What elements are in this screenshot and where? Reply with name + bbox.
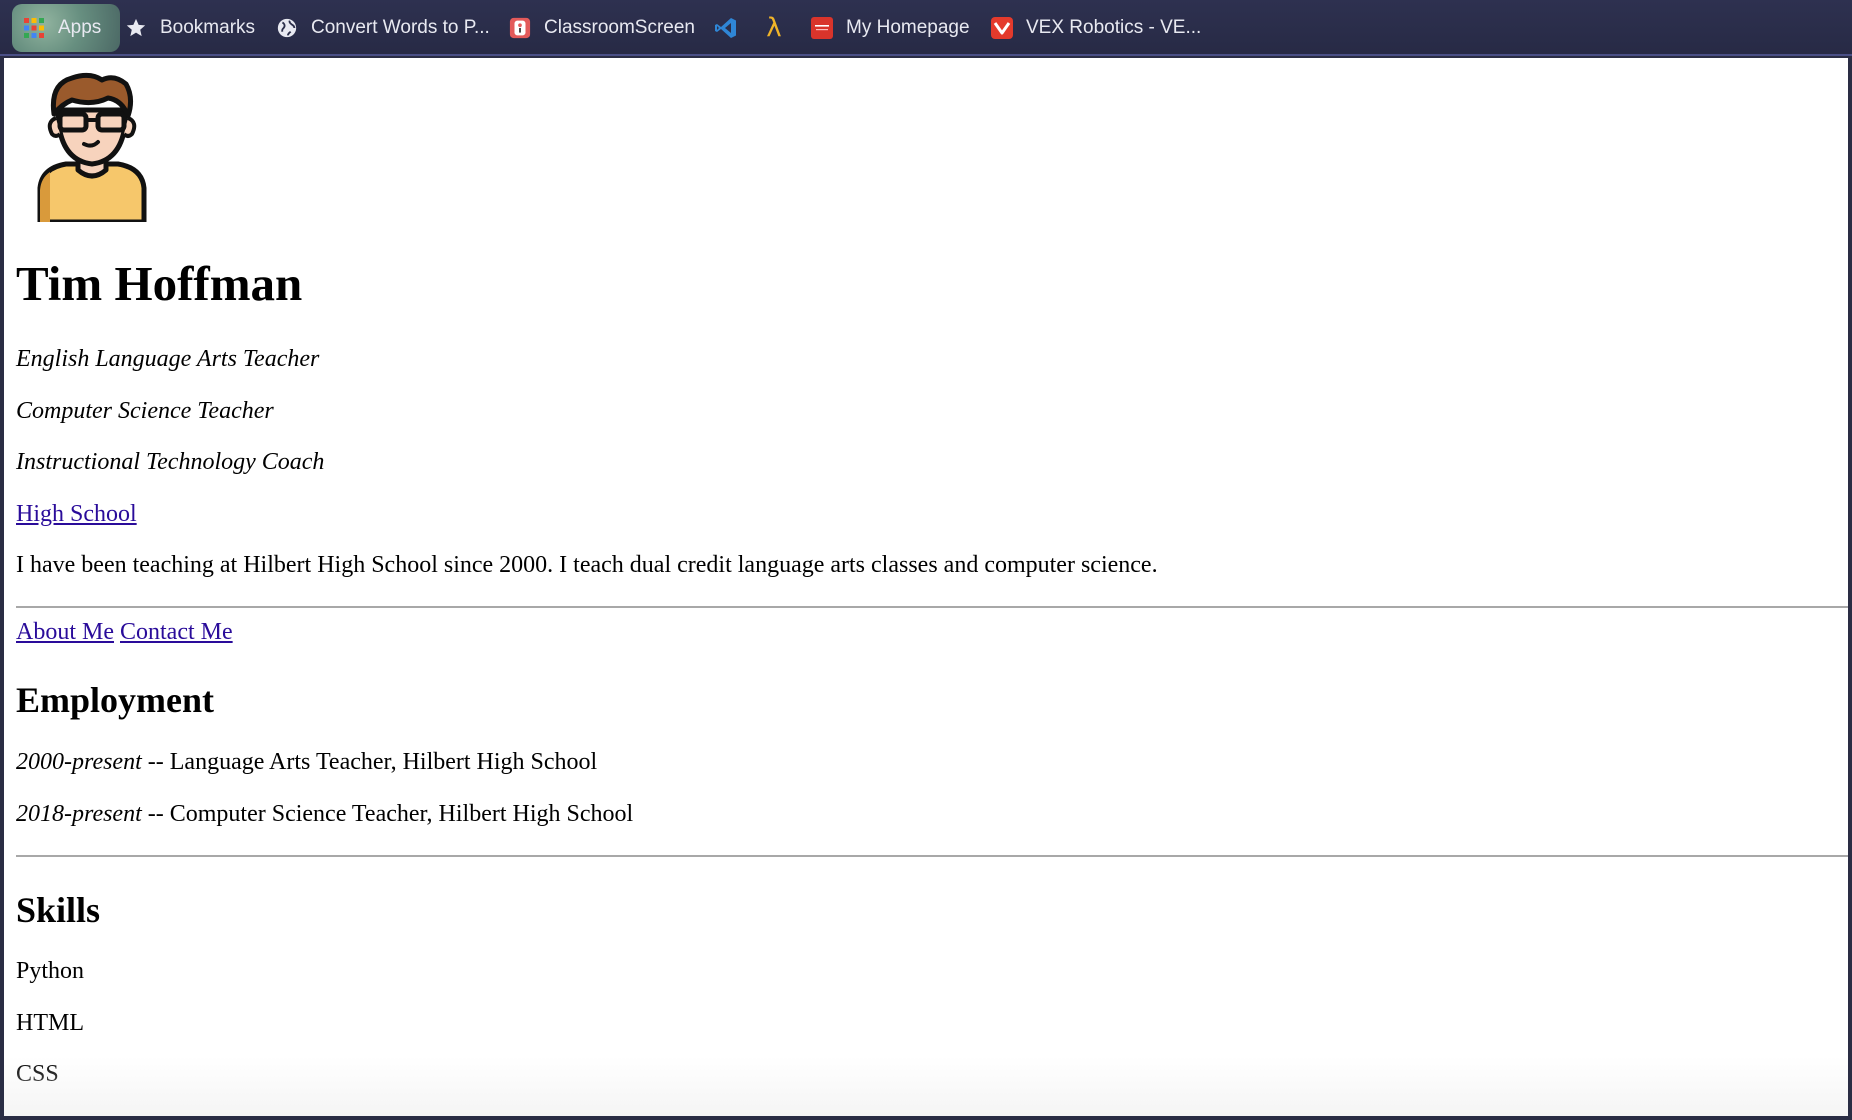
nav-links: About Me Contact Me (16, 619, 233, 646)
lambda-icon: λ (766, 13, 782, 43)
about-me-link[interactable]: About Me (16, 619, 114, 645)
contact-me-link[interactable]: Contact Me (120, 619, 233, 645)
apps-grid-icon (22, 16, 46, 40)
bookmark-convert-words[interactable]: Convert Words to P... (275, 0, 490, 56)
bookmark-lambda[interactable]: λ (762, 0, 798, 56)
bookmark-label: ClassroomScreen (544, 17, 695, 38)
oracle-icon (810, 16, 834, 40)
employment-position: Computer Science Teacher, Hilbert High S… (169, 801, 634, 827)
vscode-icon (714, 16, 738, 40)
skill-item: HTML (16, 1010, 84, 1036)
star-icon (124, 16, 148, 40)
employment-position: Language Arts Teacher, Hilbert High Scho… (169, 749, 598, 775)
bookmark-apps[interactable]: Apps (22, 0, 101, 56)
bookmark-bookmarks[interactable]: Bookmarks (124, 0, 255, 56)
bookmark-vex-robotics[interactable]: VEX Robotics - VE... (990, 0, 1201, 56)
bio-text: I have been teaching at Hilbert High Sch… (16, 552, 1158, 578)
classroomscreen-icon (508, 16, 532, 40)
role-text: English Language Arts Teacher (16, 346, 320, 372)
bookmark-label: Convert Words to P... (311, 17, 490, 38)
bookmark-label: Bookmarks (160, 17, 256, 38)
bookmark-label: VEX Robotics - VE... (1026, 17, 1202, 38)
role-text: Computer Science Teacher (16, 398, 274, 424)
divider (16, 606, 1848, 608)
globe-icon (275, 16, 299, 40)
bookmark-vscode[interactable] (714, 0, 750, 56)
page-content: Tim Hoffman English Language Arts Teache… (4, 58, 1848, 1116)
employment-years: 2018-present (16, 801, 142, 827)
bookmark-label: Apps (58, 17, 102, 38)
skills-heading: Skills (16, 890, 101, 930)
vex-icon (990, 16, 1014, 40)
employment-years: 2000-present (16, 749, 142, 775)
school-link[interactable]: High School (16, 501, 137, 528)
employment-separator: -- (141, 801, 170, 827)
browser-window: Apps Bookmarks Convert Words to P... Cla… (0, 0, 1852, 1120)
page-title: Tim Hoffman (16, 256, 303, 311)
bookmarks-bar: Apps Bookmarks Convert Words to P... Cla… (0, 0, 1852, 56)
skill-item: Python (16, 958, 85, 984)
employment-entry: 2000-present -- Language Arts Teacher, H… (16, 749, 597, 776)
avatar-man-glasses-icon (32, 70, 152, 225)
bookmark-classroomscreen[interactable]: ClassroomScreen (508, 0, 695, 56)
bookmark-my-homepage[interactable]: My Homepage (810, 0, 970, 56)
divider (16, 855, 1848, 857)
bookmark-label: My Homepage (846, 17, 970, 38)
employment-separator: -- (141, 749, 170, 775)
role-text: Instructional Technology Coach (16, 449, 325, 475)
employment-entry: 2018-present -- Computer Science Teacher… (16, 801, 633, 828)
employment-heading: Employment (16, 680, 214, 720)
skill-item: CSS (16, 1061, 59, 1087)
bottom-shadow (4, 1056, 1848, 1116)
